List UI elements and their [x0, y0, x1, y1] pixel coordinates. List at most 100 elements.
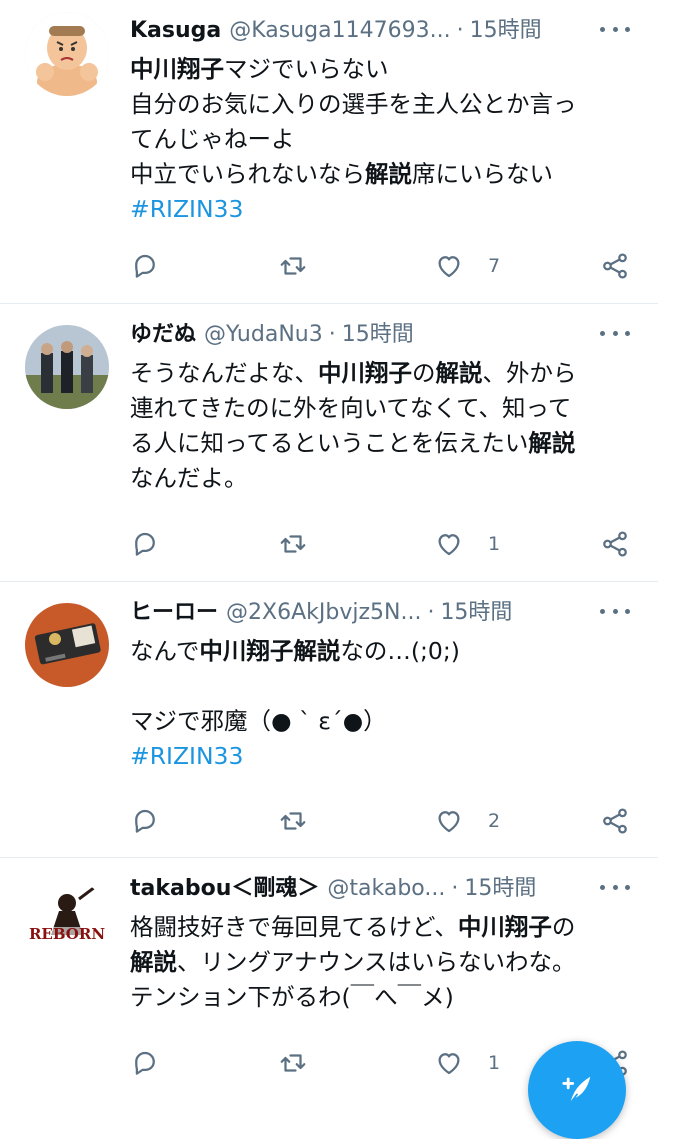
display-name[interactable]: ヒーロー: [130, 596, 218, 630]
like-count: 1: [488, 533, 501, 555]
highlight-text: 解説: [130, 948, 177, 976]
share-icon: [603, 253, 627, 279]
tweet-header: Kasuga @Kasuga1147693... · 15時間: [130, 14, 618, 48]
separator-dot: ·: [451, 876, 459, 901]
display-name[interactable]: Kasuga: [130, 14, 221, 48]
separator-dot: ·: [328, 322, 336, 347]
highlight-text: 解説: [365, 160, 412, 188]
text-fragment: 自分のお気に入りの選手を主人公とか言っ: [130, 90, 577, 118]
avatar-hero-image: [25, 603, 109, 687]
like-button[interactable]: 1: [434, 1046, 500, 1080]
share-button[interactable]: [600, 527, 630, 561]
reply-button[interactable]: [130, 527, 160, 561]
retweet-icon: [280, 257, 306, 275]
tweet-line: てんじゃねーよ: [130, 122, 638, 157]
like-button[interactable]: 2: [434, 804, 500, 838]
more-icon[interactable]: [600, 326, 630, 340]
avatar-takabou-image: REBORN: [25, 879, 109, 963]
user-handle[interactable]: @Kasuga1147693...: [229, 14, 450, 48]
compose-tweet-button[interactable]: [528, 1041, 626, 1139]
avatar[interactable]: REBORN: [25, 879, 109, 963]
display-name[interactable]: ゆだぬ: [130, 318, 196, 352]
text-fragment: そうなんだよな、: [130, 359, 318, 387]
avatar[interactable]: [25, 12, 109, 96]
heart-icon: [438, 1053, 460, 1075]
share-button[interactable]: [600, 804, 630, 838]
text-fragment: 席にいらない: [412, 160, 553, 188]
retweet-button[interactable]: [278, 249, 308, 283]
tweet[interactable]: Kasuga @Kasuga1147693... · 15時間 中川翔子マジでい…: [0, 0, 658, 304]
tweet-line: #RIZIN33: [130, 192, 638, 227]
share-icon: [603, 808, 627, 834]
timestamp[interactable]: 15時間: [464, 872, 536, 906]
heart-icon: [438, 534, 460, 556]
tweet-line: なんだよ。: [130, 461, 638, 496]
tweet-line: 解説、リングアナウンスはいらないわな。: [130, 945, 638, 980]
share-icon: [603, 531, 627, 557]
text-fragment: 連れてきたのに外を向いてなくて、知って: [130, 394, 572, 422]
tweet-line: 連れてきたのに外を向いてなくて、知って: [130, 391, 638, 426]
timestamp[interactable]: 15時間: [440, 596, 512, 630]
like-count: 1: [488, 1052, 501, 1074]
heart-icon: [438, 256, 460, 278]
like-button[interactable]: 7: [434, 249, 500, 283]
text-fragment: テンション下がるわ(￣へ￣メ): [130, 983, 454, 1011]
separator-dot: ·: [456, 18, 464, 43]
share-button[interactable]: [600, 249, 630, 283]
user-handle[interactable]: @takabo...: [327, 872, 445, 906]
tweet-line: 格闘技好きで毎回見てるけど、中川翔子の: [130, 910, 638, 945]
text-fragment: る人に知ってるということを伝えたい: [130, 429, 529, 457]
reply-button[interactable]: [130, 249, 160, 283]
tweet-text: 中川翔子マジでいらない 自分のお気に入りの選手を主人公とか言っ てんじゃねーよ …: [130, 52, 638, 227]
tweet-actions: 2: [130, 804, 630, 838]
more-icon[interactable]: [600, 880, 630, 894]
tweet-line: る人に知ってるということを伝えたい解説: [130, 426, 638, 461]
highlight-text: 解説: [528, 429, 576, 457]
tweet-actions: 1: [130, 527, 630, 561]
hashtag-link[interactable]: #RIZIN33: [130, 195, 243, 223]
reply-icon: [135, 532, 155, 556]
text-fragment: マジでいらない: [224, 55, 389, 83]
more-icon[interactable]: [600, 604, 630, 618]
retweet-icon: [280, 812, 306, 830]
heart-icon: [438, 811, 460, 833]
reply-button[interactable]: [130, 804, 160, 838]
timestamp[interactable]: 15時間: [470, 14, 542, 48]
hashtag-link[interactable]: #RIZIN33: [130, 742, 243, 770]
retweet-icon: [280, 1054, 306, 1072]
timestamp[interactable]: 15時間: [342, 318, 414, 352]
retweet-button[interactable]: [278, 804, 308, 838]
tweet-line: 自分のお気に入りの選手を主人公とか言っ: [130, 87, 638, 122]
more-icon[interactable]: [600, 22, 630, 36]
tweet-line: 中立でいられないなら解説席にいらない: [130, 157, 638, 192]
avatar-logo-text: REBORN: [29, 925, 105, 943]
text-fragment: 格闘技好きで毎回見てるけど、: [130, 913, 458, 941]
user-handle[interactable]: @2X6AkJbvjz5N...: [226, 596, 421, 630]
tweet-text: 格闘技好きで毎回見てるけど、中川翔子の 解説、リングアナウンスはいらないわな。 …: [130, 910, 638, 1015]
tweet-header: takabou＜剛魂＞ @takabo... · 15時間: [130, 872, 618, 906]
reply-button[interactable]: [130, 1046, 160, 1080]
reply-icon: [135, 809, 155, 833]
highlight-text: 中川翔子: [457, 913, 552, 941]
tweet[interactable]: ゆだぬ @YudaNu3 · 15時間 そうなんだよな、中川翔子の解説、外から …: [0, 304, 658, 582]
avatar-yudanu-image: [25, 325, 109, 409]
text-fragment: なの…(;0;): [340, 637, 460, 665]
like-count: 7: [488, 255, 501, 277]
tweet-line: 中川翔子マジでいらない: [130, 52, 638, 87]
tweet-line: そうなんだよな、中川翔子の解説、外から: [130, 356, 638, 391]
text-fragment: なんだよ。: [130, 464, 248, 492]
avatar[interactable]: [25, 603, 109, 687]
text-fragment: の: [551, 913, 576, 941]
retweet-button[interactable]: [278, 1046, 308, 1080]
like-button[interactable]: 1: [434, 527, 500, 561]
text-fragment: 、外から: [482, 359, 577, 387]
avatar[interactable]: [25, 325, 109, 409]
retweet-button[interactable]: [278, 527, 308, 561]
tweet-line: [130, 669, 638, 704]
highlight-text: 解説: [435, 359, 483, 387]
display-name[interactable]: takabou＜剛魂＞: [130, 872, 319, 906]
tweet-text: なんで中川翔子解説なの…(;0;) マジで邪魔（● ` ε´●） #RIZIN3…: [130, 634, 638, 774]
tweet[interactable]: ヒーロー @2X6AkJbvjz5N... · 15時間 なんで中川翔子解説なの…: [0, 582, 658, 858]
like-count: 2: [488, 810, 501, 832]
user-handle[interactable]: @YudaNu3: [204, 318, 323, 352]
